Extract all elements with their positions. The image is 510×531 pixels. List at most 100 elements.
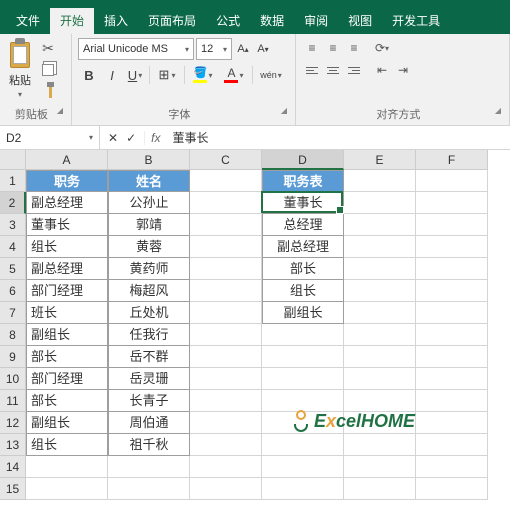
cell-E2[interactable] [344,192,416,214]
cell-A5[interactable]: 副总经理 [26,258,108,280]
increase-indent-button[interactable]: ⇥ [393,60,413,80]
cell-B5[interactable]: 黄药师 [108,258,190,280]
row-head-1[interactable]: 1 [0,170,26,192]
tab-2[interactable]: 插入 [94,8,138,34]
italic-button[interactable]: I [101,64,123,86]
row-head-4[interactable]: 4 [0,236,26,258]
align-middle-button[interactable]: ≡ [323,38,343,58]
cell-A3[interactable]: 董事长 [26,214,108,236]
cell-B12[interactable]: 周伯通 [108,412,190,434]
cell-F9[interactable] [416,346,488,368]
cell-E1[interactable] [344,170,416,192]
cell-B14[interactable] [108,456,190,478]
cell-E3[interactable] [344,214,416,236]
cell-A15[interactable] [26,478,108,500]
tab-0[interactable]: 文件 [6,8,50,34]
cell-A2[interactable]: 副总经理 [26,192,108,214]
align-top-button[interactable]: ≡ [302,38,322,58]
cell-A11[interactable]: 部长 [26,390,108,412]
cell-D6[interactable]: 组长 [262,280,344,302]
row-head-3[interactable]: 3 [0,214,26,236]
tab-6[interactable]: 审阅 [294,8,338,34]
cell-F10[interactable] [416,368,488,390]
cancel-icon[interactable]: ✕ [108,131,118,145]
cell-F12[interactable] [416,412,488,434]
cell-D13[interactable] [262,434,344,456]
fill-color-button[interactable]: 🪣▾ [188,64,218,86]
worksheet[interactable]: ABCDEF 123456789101112131415 职务姓名职务表副总经理… [0,150,510,510]
row-head-9[interactable]: 9 [0,346,26,368]
cell-C1[interactable] [190,170,262,192]
col-head-F[interactable]: F [416,150,488,170]
col-head-C[interactable]: C [190,150,262,170]
formula-input[interactable]: 董事长 [166,129,214,146]
cell-C8[interactable] [190,324,262,346]
cell-C3[interactable] [190,214,262,236]
cell-B11[interactable]: 长青子 [108,390,190,412]
cell-B15[interactable] [108,478,190,500]
cell-A10[interactable]: 部门经理 [26,368,108,390]
row-head-15[interactable]: 15 [0,478,26,500]
cell-C9[interactable] [190,346,262,368]
font-color-button[interactable]: A▾ [219,64,249,86]
cell-E13[interactable] [344,434,416,456]
cell-D2[interactable]: 董事长 [262,192,344,214]
font-name-select[interactable]: Arial Unicode MS▾ [78,38,194,60]
orientation-button[interactable]: ⟳▾ [372,38,392,58]
tab-7[interactable]: 视图 [338,8,382,34]
col-head-D[interactable]: D [262,150,344,170]
tab-1[interactable]: 开始 [50,8,94,34]
cell-A14[interactable] [26,456,108,478]
cell-C10[interactable] [190,368,262,390]
align-center-button[interactable] [323,60,343,80]
cell-C12[interactable] [190,412,262,434]
fx-icon[interactable]: fx [144,131,166,145]
row-head-13[interactable]: 13 [0,434,26,456]
col-head-B[interactable]: B [108,150,190,170]
paste-button[interactable]: 粘贴 [9,72,31,88]
cell-C14[interactable] [190,456,262,478]
cell-B10[interactable]: 岳灵珊 [108,368,190,390]
format-painter-button[interactable] [38,82,58,102]
cell-F14[interactable] [416,456,488,478]
col-head-A[interactable]: A [26,150,108,170]
cell-B6[interactable]: 梅超风 [108,280,190,302]
cell-E5[interactable] [344,258,416,280]
cell-D5[interactable]: 部长 [262,258,344,280]
underline-button[interactable]: U▾ [124,64,146,86]
cell-F15[interactable] [416,478,488,500]
cell-F11[interactable] [416,390,488,412]
cell-B1[interactable]: 姓名 [108,170,190,192]
copy-button[interactable] [38,60,58,80]
cell-D11[interactable] [262,390,344,412]
cell-E9[interactable] [344,346,416,368]
cell-D7[interactable]: 副组长 [262,302,344,324]
cut-button[interactable]: ✂ [38,38,58,58]
cell-D3[interactable]: 总经理 [262,214,344,236]
cell-E8[interactable] [344,324,416,346]
tab-8[interactable]: 开发工具 [382,8,450,34]
increase-font-button[interactable]: A▴ [234,38,252,60]
cell-B8[interactable]: 任我行 [108,324,190,346]
select-all-corner[interactable] [0,150,26,170]
cell-D4[interactable]: 副总经理 [262,236,344,258]
row-head-5[interactable]: 5 [0,258,26,280]
row-head-8[interactable]: 8 [0,324,26,346]
cell-E6[interactable] [344,280,416,302]
cell-A6[interactable]: 部门经理 [26,280,108,302]
tab-3[interactable]: 页面布局 [138,8,206,34]
col-head-E[interactable]: E [344,150,416,170]
cell-C13[interactable] [190,434,262,456]
cell-F8[interactable] [416,324,488,346]
align-bottom-button[interactable]: ≡ [344,38,364,58]
cell-D15[interactable] [262,478,344,500]
row-head-14[interactable]: 14 [0,456,26,478]
cell-A9[interactable]: 部长 [26,346,108,368]
cell-A8[interactable]: 副组长 [26,324,108,346]
bold-button[interactable]: B [78,64,100,86]
cell-E15[interactable] [344,478,416,500]
decrease-indent-button[interactable]: ⇤ [372,60,392,80]
cell-F13[interactable] [416,434,488,456]
cell-D10[interactable] [262,368,344,390]
border-button[interactable]: ⊞▾ [153,64,181,86]
